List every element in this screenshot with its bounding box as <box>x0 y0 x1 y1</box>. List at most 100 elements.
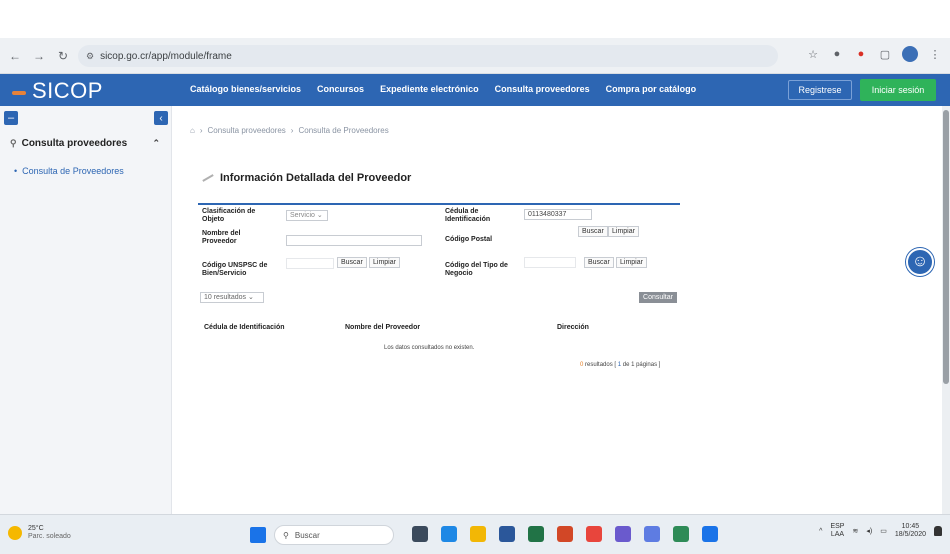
breadcrumb-separator-icon: › <box>199 126 203 135</box>
chrome-icon[interactable] <box>586 526 602 542</box>
pager-text: resultados [ <box>585 362 617 368</box>
browser-toolbar: ← → ↻ ⚙ sicop.go.cr/app/module/frame ☆ ●… <box>0 38 950 74</box>
powerpoint-icon[interactable] <box>557 526 573 542</box>
nav-consulta-proveedores[interactable]: Consulta proveedores <box>495 84 590 94</box>
nav-concursos[interactable]: Concursos <box>317 84 364 94</box>
home-icon[interactable]: ⌂ <box>190 126 195 135</box>
logo-text: SICOP <box>32 78 103 103</box>
language-indicator[interactable]: ESP LAA <box>830 523 844 539</box>
notification-bell-icon[interactable] <box>934 526 942 536</box>
site-info-icon[interactable]: ⚙ <box>86 51 94 62</box>
app-icon[interactable] <box>441 526 457 542</box>
form-divider <box>198 203 680 205</box>
buscar-tipo-button[interactable]: Buscar <box>584 257 614 268</box>
clasificacion-select[interactable]: Servicio ⌄ <box>286 210 328 221</box>
weather-desc: Parc. soleado <box>28 533 71 540</box>
star-icon[interactable]: ☆ <box>806 47 820 61</box>
arrow-left-icon[interactable]: ← <box>6 47 24 65</box>
extension-icon[interactable]: ● <box>830 47 844 61</box>
extension-red-icon[interactable]: ● <box>854 47 868 61</box>
clasificacion-value: Servicio <box>290 212 315 219</box>
main-nav: Catálogo bienes/servicios Concursos Expe… <box>190 84 696 94</box>
scrollbar-thumb[interactable] <box>943 110 949 384</box>
limpiar-tipo-button[interactable]: Limpiar <box>616 257 647 268</box>
page-scrollbar[interactable] <box>942 106 950 514</box>
volume-icon[interactable]: ◂) <box>866 527 872 535</box>
sidepanel-icon[interactable]: ▢ <box>878 47 892 61</box>
app-icon[interactable] <box>615 526 631 542</box>
word-icon[interactable] <box>499 526 515 542</box>
browser-actions: ☆ ● ● ▢ ⋮ <box>806 46 942 62</box>
clock[interactable]: 10:45 18/5/2020 <box>895 523 926 539</box>
bullet-icon: • <box>14 166 18 176</box>
sidebar-section-consulta[interactable]: ⚲ Consulta proveedores ⌃ <box>10 138 160 149</box>
unspsc-field[interactable] <box>286 258 334 269</box>
profile-avatar-icon[interactable] <box>902 46 918 62</box>
consultar-button[interactable]: Consultar <box>639 292 677 303</box>
minimize-icon[interactable]: – <box>4 111 18 125</box>
arrow-right-icon[interactable]: → <box>30 47 48 65</box>
breadcrumb: ⌂ › Consulta proveedores › Consulta de P… <box>190 126 389 135</box>
breadcrumb-item[interactable]: Consulta proveedores <box>208 126 286 135</box>
wifi-icon[interactable]: ≋ <box>852 527 858 535</box>
cedula-field[interactable]: 0113480337 <box>524 209 592 220</box>
sidebar-item-label: Consulta de Proveedores <box>22 166 124 176</box>
chevron-up-icon[interactable]: ⌃ <box>152 138 160 149</box>
app-icon[interactable] <box>673 526 689 542</box>
nav-expediente[interactable]: Expediente electrónico <box>380 84 479 94</box>
top-blank-strip <box>0 0 950 38</box>
edge-icon[interactable] <box>702 526 718 542</box>
url-text: sicop.go.cr/app/module/frame <box>100 50 232 62</box>
login-button[interactable]: Iniciar sesión <box>860 79 936 101</box>
col-nombre: Nombre del Proveedor <box>345 324 421 331</box>
weather-text: 25°C Parc. soleado <box>28 525 71 541</box>
nombre-field[interactable] <box>286 235 422 246</box>
buscar-unspsc-button[interactable]: Buscar <box>337 257 367 268</box>
col-direccion: Dirección <box>557 324 589 331</box>
nav-catalogo[interactable]: Catálogo bienes/servicios <box>190 84 301 94</box>
menu-kebab-icon[interactable]: ⋮ <box>928 47 942 61</box>
register-button[interactable]: Registrese <box>788 80 852 100</box>
resultados-select[interactable]: 10 resultados ⌄ <box>200 292 264 303</box>
pager: 0 resultados [ 1 de 1 páginas ] <box>580 362 660 368</box>
weather-temp: 25°C <box>28 525 44 532</box>
address-bar[interactable]: ⚙ sicop.go.cr/app/module/frame <box>78 45 778 67</box>
cedula-label: Cédula de Identificación <box>445 208 491 223</box>
weather-widget[interactable]: 25°C Parc. soleado <box>8 525 71 541</box>
sidebar: – ‹ ⚲ Consulta proveedores ⌃ • Consulta d… <box>0 106 172 514</box>
clasificacion-label: Clasificación de Objeto <box>202 208 256 223</box>
taskbar-search-label: Buscar <box>294 530 320 540</box>
clock-time: 10:45 <box>901 523 920 530</box>
page-title-text: Información Detallada del Proveedor <box>220 172 412 184</box>
excel-icon[interactable] <box>528 526 544 542</box>
pager-count: 0 <box>580 362 584 368</box>
buscar-postal-button[interactable]: Buscar <box>578 226 608 237</box>
postal-label: Código Postal <box>445 236 493 243</box>
system-tray: ^ ESP LAA ≋ ◂) ▭ 10:45 18/5/2020 <box>819 523 942 539</box>
resultados-value: 10 resultados <box>204 294 247 301</box>
nombre-label: Nombre del Proveedor <box>202 230 241 245</box>
battery-icon[interactable]: ▭ <box>880 527 887 535</box>
unspsc-label: Código UNSPSC de Bien/Servicio <box>202 262 268 277</box>
weather-sun-icon <box>8 526 22 540</box>
lang-line1: ESP <box>830 523 845 530</box>
pager-page-link[interactable]: 1 <box>618 362 621 368</box>
col-cedula: Cédula de Identificación <box>204 324 285 331</box>
limpiar-unspsc-button[interactable]: Limpiar <box>369 257 400 268</box>
taskbar-search[interactable]: ⚲ Buscar <box>274 525 394 545</box>
chevron-up-icon[interactable]: ^ <box>819 528 822 535</box>
sidebar-item-consulta-proveedores[interactable]: • Consulta de Proveedores <box>14 166 124 176</box>
task-view-icon[interactable] <box>412 526 428 542</box>
file-explorer-icon[interactable] <box>470 526 486 542</box>
reload-icon[interactable]: ↻ <box>54 47 72 65</box>
tipo-negocio-field[interactable] <box>524 257 576 268</box>
sicop-logo[interactable]: SICOP <box>12 78 103 104</box>
limpiar-postal-button[interactable]: Limpiar <box>608 226 639 237</box>
collapse-sidebar-icon[interactable]: ‹ <box>154 111 168 125</box>
nav-compra-catalogo[interactable]: Compra por catálogo <box>606 84 697 94</box>
windows-start-icon[interactable] <box>250 527 266 543</box>
sidebar-section-label: Consulta proveedores <box>21 138 128 149</box>
breadcrumb-separator-icon: › <box>290 126 294 135</box>
app-icon[interactable] <box>644 526 660 542</box>
accessibility-icon[interactable]: ☺ <box>906 248 934 276</box>
